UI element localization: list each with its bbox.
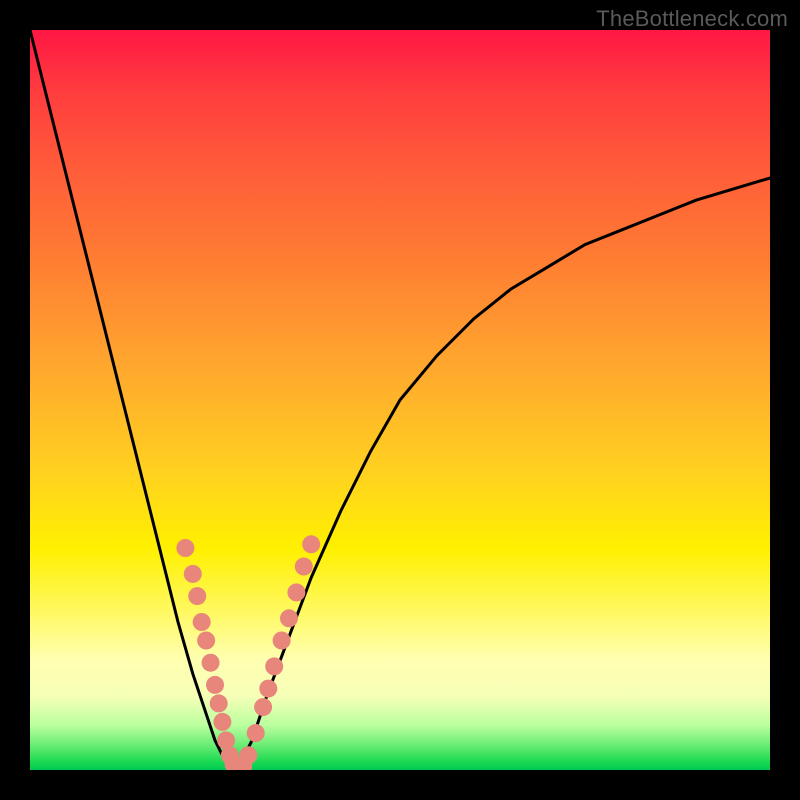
gradient-background xyxy=(30,30,770,770)
chart-frame: TheBottleneck.com xyxy=(0,0,800,800)
watermark-text: TheBottleneck.com xyxy=(596,6,788,32)
plot-area xyxy=(30,30,770,770)
